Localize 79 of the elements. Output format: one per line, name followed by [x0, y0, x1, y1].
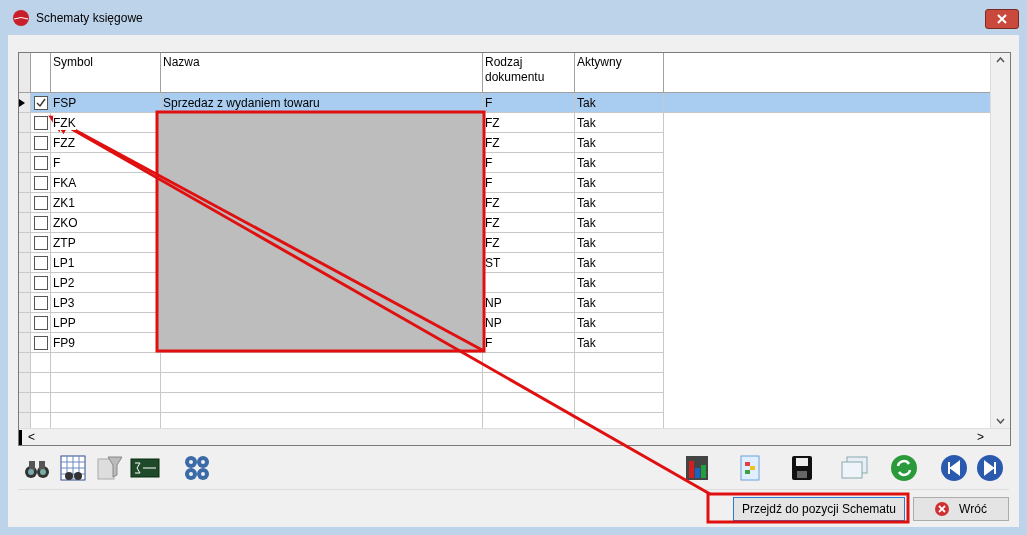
column-header[interactable]: Symbol	[53, 55, 158, 70]
table-cell: ZKO	[53, 216, 78, 230]
window-title: Schematy księgowe	[36, 9, 143, 27]
close-icon	[997, 14, 1007, 24]
horizontal-scrollbar[interactable]: < >	[19, 428, 1010, 445]
table-cell: NP	[485, 296, 502, 310]
checkbox[interactable]	[33, 275, 48, 290]
table-cell: FSP	[53, 96, 77, 110]
table-cell: ZK1	[53, 196, 75, 210]
app-logo-icon	[12, 8, 30, 27]
checkbox[interactable]	[33, 235, 48, 250]
close-button[interactable]	[985, 9, 1019, 29]
checkbox[interactable]	[33, 335, 48, 350]
table-cell: Tak	[577, 336, 596, 350]
table-cell: NP	[485, 316, 502, 330]
table-cell: F	[485, 176, 493, 190]
go-to-scheme-button[interactable]: Przejdź do pozycji Schematu	[732, 497, 905, 521]
table-cell: ZTP	[53, 236, 76, 250]
table-cell: Tak	[577, 136, 596, 150]
table-cell: Tak	[577, 276, 596, 290]
table-cell: FZ	[485, 136, 500, 150]
table-cell: Tak	[577, 176, 596, 190]
table-cell: FKA	[53, 176, 77, 190]
vertical-scrollbar[interactable]	[990, 53, 1010, 428]
checkbox[interactable]	[33, 155, 48, 170]
check-icon	[35, 97, 46, 108]
table-cell: F	[485, 96, 493, 110]
table-search-icon[interactable]	[58, 452, 88, 483]
table-cell: Tak	[577, 296, 596, 310]
table-cell: Tak	[577, 156, 596, 170]
table-cell: FZK	[53, 116, 76, 130]
table-cell: LP3	[53, 296, 75, 310]
checkbox[interactable]	[33, 175, 48, 190]
column-header[interactable]: Nazwa	[163, 55, 480, 70]
scroll-thumb[interactable]	[19, 429, 22, 445]
column-header[interactable]: Rodzaj dokumentu	[485, 55, 572, 85]
table-cell: FZ	[485, 116, 500, 130]
scroll-up-icon	[996, 57, 1005, 63]
table-cell: Tak	[577, 216, 596, 230]
table-cell: LP1	[53, 256, 75, 270]
cancel-icon	[935, 502, 950, 516]
checkbox[interactable]	[33, 195, 48, 210]
checkbox[interactable]	[33, 135, 48, 150]
table-cell: Tak	[577, 196, 596, 210]
table-cell: ST	[485, 256, 501, 270]
table-cell: FZ	[485, 236, 500, 250]
row-pointer-icon	[19, 98, 25, 107]
table-cell: LPP	[53, 316, 76, 330]
table-cell: Tak	[577, 236, 596, 250]
scroll-right-arrow[interactable]: >	[977, 428, 984, 446]
corner-header	[19, 53, 31, 93]
table-row[interactable]: FSP Sprzedaz z wydaniem towaru F Tak	[19, 93, 990, 113]
checkbox[interactable]	[33, 315, 48, 330]
table-cell: FZ	[485, 196, 500, 210]
table-cell: FZZ	[53, 136, 75, 150]
first-record-icon[interactable]	[939, 452, 969, 483]
table-cell: FZ	[485, 216, 500, 230]
table-cell: Tak	[577, 256, 596, 270]
table-cell: Tak	[577, 116, 596, 130]
table-cell: F	[485, 156, 493, 170]
table-cell: F	[53, 156, 61, 170]
last-record-icon[interactable]	[975, 452, 1005, 483]
checkbox[interactable]	[33, 255, 48, 270]
checkbox[interactable]	[33, 215, 48, 230]
table-cell: Tak	[577, 96, 596, 110]
table-cell: F	[485, 336, 493, 350]
checkbox[interactable]	[33, 115, 48, 130]
table-cell: LP2	[53, 276, 75, 290]
row-header[interactable]	[19, 93, 31, 113]
checkbox[interactable]	[33, 295, 48, 310]
table-cell: Tak	[577, 316, 596, 330]
back-button[interactable]: Wróć	[913, 497, 1009, 521]
refresh-icon[interactable]	[889, 452, 919, 483]
scroll-down-icon	[996, 418, 1005, 424]
table-cell: FP9	[53, 336, 75, 350]
column-header[interactable]: Aktywny	[577, 55, 661, 70]
scroll-left-arrow[interactable]: <	[28, 428, 35, 446]
table-cell: Sprzedaz z wydaniem towaru	[163, 96, 320, 110]
checkbox[interactable]	[33, 95, 48, 110]
